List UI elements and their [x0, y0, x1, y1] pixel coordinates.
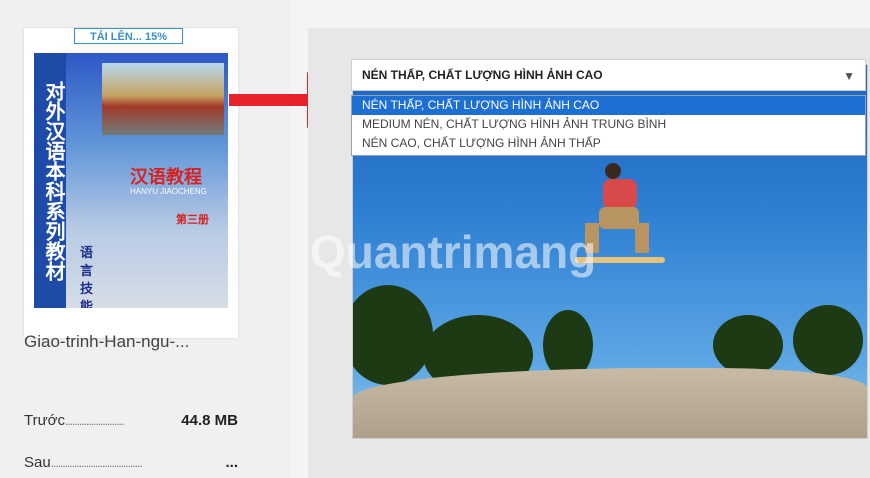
compression-options-list: NÉN THẤP, CHẤT LƯỢNG HÌNH ẢNH CAO MEDIUM… — [351, 95, 866, 156]
book-cover-thumbnail: 对外汉语本科系列教材 汉语教程 HANYU JIAOCHENG 第三册 语言技能 — [34, 53, 228, 308]
cover-pinyin: HANYU JIAOCHENG — [130, 187, 207, 196]
size-before-label: Trước — [24, 412, 65, 429]
cover-chinese-title: 汉语教程 — [130, 167, 202, 188]
size-after-label: Sau — [24, 454, 51, 471]
chevron-down-icon[interactable]: ▼ — [843, 69, 855, 83]
size-before-value: 44.8 MB — [181, 412, 238, 429]
tree — [713, 315, 783, 375]
tree — [793, 305, 863, 375]
file-name: Giao-trinh-Han-ngu-... — [24, 332, 190, 351]
compression-select[interactable]: NÉN THẤP, CHẤT LƯỢNG HÌNH ẢNH CAO ▼ — [351, 59, 866, 91]
upload-progress-badge: TẢI LÊN... 15% — [74, 28, 183, 44]
cover-subtitle: 语言技能 — [80, 246, 94, 308]
dot-leader: ....................................... — [50, 456, 143, 470]
size-after-value: ... — [225, 454, 238, 471]
option-medium-compression[interactable]: MEDIUM NÉN, CHẤT LƯỢNG HÌNH ẢNH TRUNG BÌ… — [352, 115, 865, 134]
cover-vertical-title: 对外汉语本科系列教材 — [34, 53, 66, 308]
dot-leader: ......................... — [64, 414, 124, 428]
tree — [353, 285, 433, 385]
watermark: Quantrimang — [310, 226, 597, 278]
size-before-row: Trước......................... 44.8 MB — [24, 412, 238, 429]
cover-palace-photo — [102, 63, 224, 135]
compression-selected-value: NÉN THẤP, CHẤT LƯỢNG HÌNH ẢNH CAO — [362, 68, 603, 82]
option-high-compression[interactable]: NÉN CAO, CHẤT LƯỢNG HÌNH ẢNH THẤP — [352, 134, 865, 153]
option-low-compression[interactable]: NÉN THẤP, CHẤT LƯỢNG HÌNH ẢNH CAO — [352, 96, 865, 115]
size-after-row: Sau.....................................… — [24, 454, 238, 471]
cover-volume: 第三册 — [176, 213, 209, 226]
ground — [353, 368, 867, 438]
